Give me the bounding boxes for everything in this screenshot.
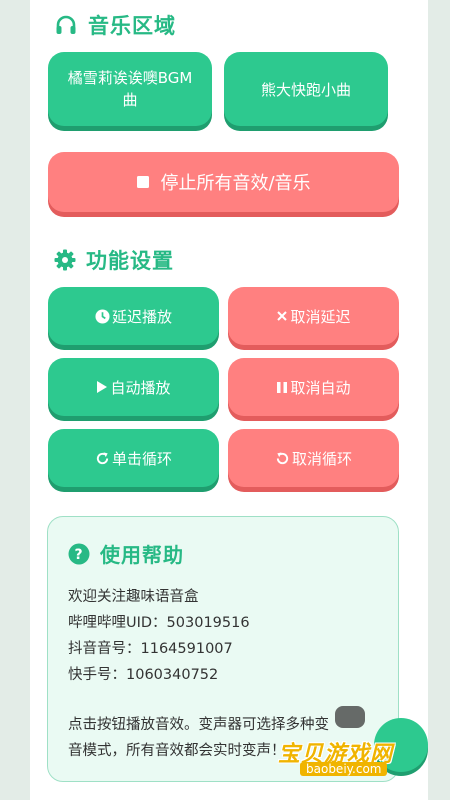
question-circle-icon: ?	[68, 543, 90, 565]
gamepad-icon	[335, 706, 365, 728]
stop-all-sounds-label: 停止所有音效/音乐	[160, 173, 311, 194]
help-line-instructions-2: 音模式，所有音效都会实时变声！	[68, 743, 286, 759]
pause-icon	[276, 381, 288, 394]
auto-play-button[interactable]: 自动播放	[48, 358, 219, 416]
help-line-instructions-1: 点击按钮播放音效。变声器可选择多种变	[68, 717, 329, 733]
function-section-label: 功能设置	[86, 249, 174, 273]
clock-icon	[95, 308, 110, 324]
delay-play-label: 延迟播放	[111, 307, 172, 326]
cancel-delay-button[interactable]: 取消延迟	[228, 287, 399, 345]
help-line-bilibili: 哔哩哔哩UID：503019516	[68, 615, 250, 631]
help-line-kuaishou: 快手号：1060340752	[68, 667, 219, 683]
delay-play-button[interactable]: 延迟播放	[48, 287, 219, 345]
bear-run-tune-label: 熊大快跑小曲	[260, 80, 351, 99]
svg-text:?: ?	[74, 547, 83, 563]
headphones-icon	[54, 13, 78, 37]
single-loop-label: 单击循环	[111, 449, 172, 468]
help-title-label: 使用帮助	[100, 543, 184, 567]
gear-icon	[54, 249, 76, 271]
single-loop-button[interactable]: 单击循环	[48, 429, 219, 487]
cancel-loop-label: 取消循环	[291, 449, 352, 468]
undo-icon	[275, 451, 290, 466]
auto-play-label: 自动播放	[110, 378, 171, 397]
stop-square-icon	[136, 175, 150, 189]
cancel-loop-button[interactable]: 取消循环	[228, 429, 399, 487]
help-line-welcome: 欢迎关注趣味语音盒	[68, 589, 199, 605]
bear-run-tune-button[interactable]: 熊大快跑小曲	[224, 52, 388, 126]
music-section-title: 音乐区域	[54, 10, 176, 40]
cancel-auto-button[interactable]: 取消自动	[228, 358, 399, 416]
help-title: ? 使用帮助	[68, 539, 184, 568]
function-section-title: 功能设置	[54, 245, 174, 275]
cancel-auto-label: 取消自动	[290, 378, 351, 397]
play-icon	[96, 380, 108, 394]
bgm-orange-sherry-label-line2: 曲	[122, 91, 138, 109]
bgm-orange-sherry-button[interactable]: 橘雪莉诶诶噢BGM 曲	[48, 52, 212, 126]
music-section-label: 音乐区域	[88, 14, 176, 38]
bgm-orange-sherry-label-line1: 橘雪莉诶诶噢BGM	[67, 69, 193, 87]
stop-all-sounds-button[interactable]: 停止所有音效/音乐	[48, 152, 399, 212]
help-line-douyin: 抖音音号：1164591007	[68, 641, 233, 657]
close-icon	[276, 310, 288, 322]
cancel-delay-label: 取消延迟	[290, 307, 351, 326]
redo-icon	[95, 451, 110, 466]
watermark-url: baobeiy.com	[300, 762, 388, 776]
